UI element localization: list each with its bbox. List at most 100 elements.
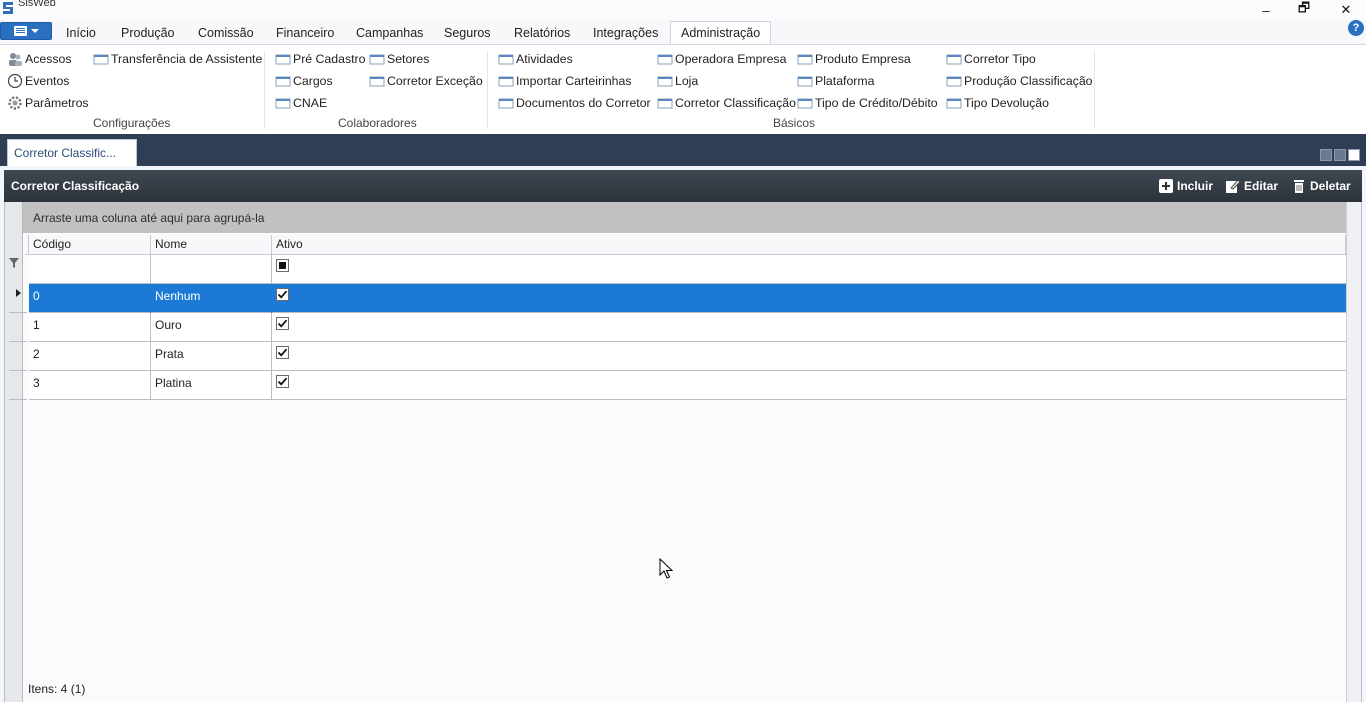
close-button[interactable]: ✕ xyxy=(1326,0,1366,20)
ribbon-item-corretor-tipo[interactable]: Corretor Tipo xyxy=(946,50,1036,68)
tab-inicio[interactable]: Início xyxy=(66,22,96,44)
chevron-down-icon xyxy=(30,29,39,33)
ribbon-item-operadora-empresa[interactable]: Operadora Empresa xyxy=(657,50,786,68)
ribbon-item-setores[interactable]: Setores xyxy=(369,50,429,68)
ativo-checkbox[interactable] xyxy=(276,288,289,301)
ribbon-item-cargos[interactable]: Cargos xyxy=(275,72,333,90)
ribbon-item-label: CNAE xyxy=(293,96,328,110)
ativo-checkbox[interactable] xyxy=(276,317,289,330)
cell-nome: Nenhum xyxy=(151,284,272,313)
ribbon-item-corretor-classificacao[interactable]: Corretor Classificação xyxy=(657,94,796,112)
app-logo-icon xyxy=(3,2,13,14)
form-icon xyxy=(797,54,813,65)
filter-codigo-input[interactable] xyxy=(29,255,151,284)
scroll-left-icon[interactable] xyxy=(1320,149,1332,161)
tab-integracoes[interactable]: Integrações xyxy=(593,22,658,44)
ribbon-item-label: Tipo de Crédito/Débito xyxy=(815,96,938,110)
vertical-scrollbar[interactable] xyxy=(1346,202,1361,702)
app-menu-button[interactable] xyxy=(0,22,52,40)
ribbon-item-producao-classificacao[interactable]: Produção Classificação xyxy=(946,72,1093,90)
ribbon-item-label: Tipo Devolução xyxy=(964,96,1049,110)
ribbon-item-atividades[interactable]: Atividades xyxy=(498,50,573,68)
ribbon-item-label: Acessos xyxy=(25,52,72,66)
ribbon-item-label: Transferência de Assistente xyxy=(111,52,263,66)
edit-button-label: Editar xyxy=(1244,179,1279,193)
delete-button[interactable]: Deletar xyxy=(1292,177,1351,195)
column-header-ativo[interactable]: Ativo xyxy=(272,235,1346,255)
ribbon-item-importar-carteirinhas[interactable]: Importar Carteirinhas xyxy=(498,72,632,90)
cell-codigo: 2 xyxy=(29,342,151,371)
restore-button[interactable]: 🗗 xyxy=(1284,0,1324,20)
ribbon-item-produto-empresa[interactable]: Produto Empresa xyxy=(797,50,911,68)
form-icon xyxy=(946,54,962,65)
group-divider xyxy=(487,51,488,129)
ribbon-item-label: Importar Carteirinhas xyxy=(516,74,632,88)
row-indicator-current xyxy=(9,284,27,313)
tab-relatorios[interactable]: Relatórios xyxy=(514,22,570,44)
filter-nome-input[interactable] xyxy=(151,255,272,284)
group-label-colaboradores: Colaboradores xyxy=(338,116,417,130)
ribbon-item-tipo-devolucao[interactable]: Tipo Devolução xyxy=(946,94,1049,112)
ribbon-item-label: Corretor Exceção xyxy=(387,74,483,88)
ribbon-item-tipo-credito-debito[interactable]: Tipo de Crédito/Débito xyxy=(797,94,938,112)
ribbon-item-pre-cadastro[interactable]: Pré Cadastro xyxy=(275,50,365,68)
tab-producao[interactable]: Produção xyxy=(121,22,175,44)
title-bar: SisWeb – 🗗 ✕ xyxy=(0,0,1366,20)
table-row[interactable]: 2 Prata xyxy=(29,342,1346,371)
ribbon-item-transferencia-assistente[interactable]: Transferência de Assistente xyxy=(93,50,262,68)
tab-navigation xyxy=(1320,149,1360,161)
row-indicator-column xyxy=(5,202,23,702)
ribbon-item-label: Eventos xyxy=(25,74,70,88)
cell-codigo: 3 xyxy=(29,371,151,400)
table-row[interactable]: 0 Nenhum xyxy=(29,284,1346,313)
cell-nome: Platina xyxy=(151,371,272,400)
ribbon-item-label: Pré Cadastro xyxy=(293,52,366,66)
mouse-cursor-icon xyxy=(659,558,673,579)
document-tab-corretor-classificacao[interactable]: Corretor Classific... xyxy=(7,139,137,166)
tab-administracao[interactable]: Administração xyxy=(670,21,772,45)
ribbon-item-label: Plataforma xyxy=(815,74,875,88)
ribbon-item-acessos[interactable]: Acessos xyxy=(7,50,71,68)
ribbon-item-corretor-excecao[interactable]: Corretor Exceção xyxy=(369,72,483,90)
form-icon xyxy=(275,54,291,65)
column-header-nome[interactable]: Nome xyxy=(151,235,272,255)
clock-icon xyxy=(7,73,23,89)
form-icon xyxy=(498,98,514,109)
column-header-codigo[interactable]: Código xyxy=(29,235,151,255)
filter-ativo-checkbox[interactable] xyxy=(276,259,289,272)
minimize-button[interactable]: – xyxy=(1246,0,1286,20)
filter-ativo-cell xyxy=(272,255,1346,284)
row-indicator xyxy=(9,313,27,342)
tab-campanhas[interactable]: Campanhas xyxy=(356,22,423,44)
tab-seguros[interactable]: Seguros xyxy=(444,22,491,44)
form-icon xyxy=(275,98,291,109)
ribbon-item-label: Atividades xyxy=(516,52,573,66)
table-row[interactable]: 1 Ouro xyxy=(29,313,1346,342)
ribbon-item-plataforma[interactable]: Plataforma xyxy=(797,72,874,90)
ribbon-item-cnae[interactable]: CNAE xyxy=(275,94,327,112)
ribbon-item-label: Setores xyxy=(387,52,430,66)
form-icon xyxy=(93,54,109,65)
add-button[interactable]: Incluir xyxy=(1159,177,1213,195)
ribbon-item-eventos[interactable]: Eventos xyxy=(7,72,69,90)
scroll-right-icon[interactable] xyxy=(1334,149,1346,161)
window-title: SisWeb xyxy=(18,0,56,9)
plus-icon xyxy=(1159,179,1173,193)
ribbon-item-parametros[interactable]: Parâmetros xyxy=(7,94,89,112)
tab-financeiro[interactable]: Financeiro xyxy=(276,22,334,44)
help-icon[interactable]: ? xyxy=(1348,20,1364,36)
users-icon xyxy=(9,53,22,66)
ribbon-item-label: Documentos do Corretor xyxy=(516,96,651,110)
filter-icon[interactable] xyxy=(9,258,19,268)
ribbon-item-label: Produção Classificação xyxy=(964,74,1093,88)
cell-nome: Ouro xyxy=(151,313,272,342)
ribbon-item-loja[interactable]: Loja xyxy=(657,72,698,90)
ribbon-item-documentos-corretor[interactable]: Documentos do Corretor xyxy=(498,94,651,112)
ativo-checkbox[interactable] xyxy=(276,375,289,388)
edit-button[interactable]: Editar xyxy=(1226,177,1278,195)
tab-comissao[interactable]: Comissão xyxy=(198,22,254,44)
ribbon-item-label: Cargos xyxy=(293,74,333,88)
table-row[interactable]: 3 Platina xyxy=(29,371,1346,400)
tab-list-icon[interactable] xyxy=(1348,149,1360,161)
ativo-checkbox[interactable] xyxy=(276,346,289,359)
